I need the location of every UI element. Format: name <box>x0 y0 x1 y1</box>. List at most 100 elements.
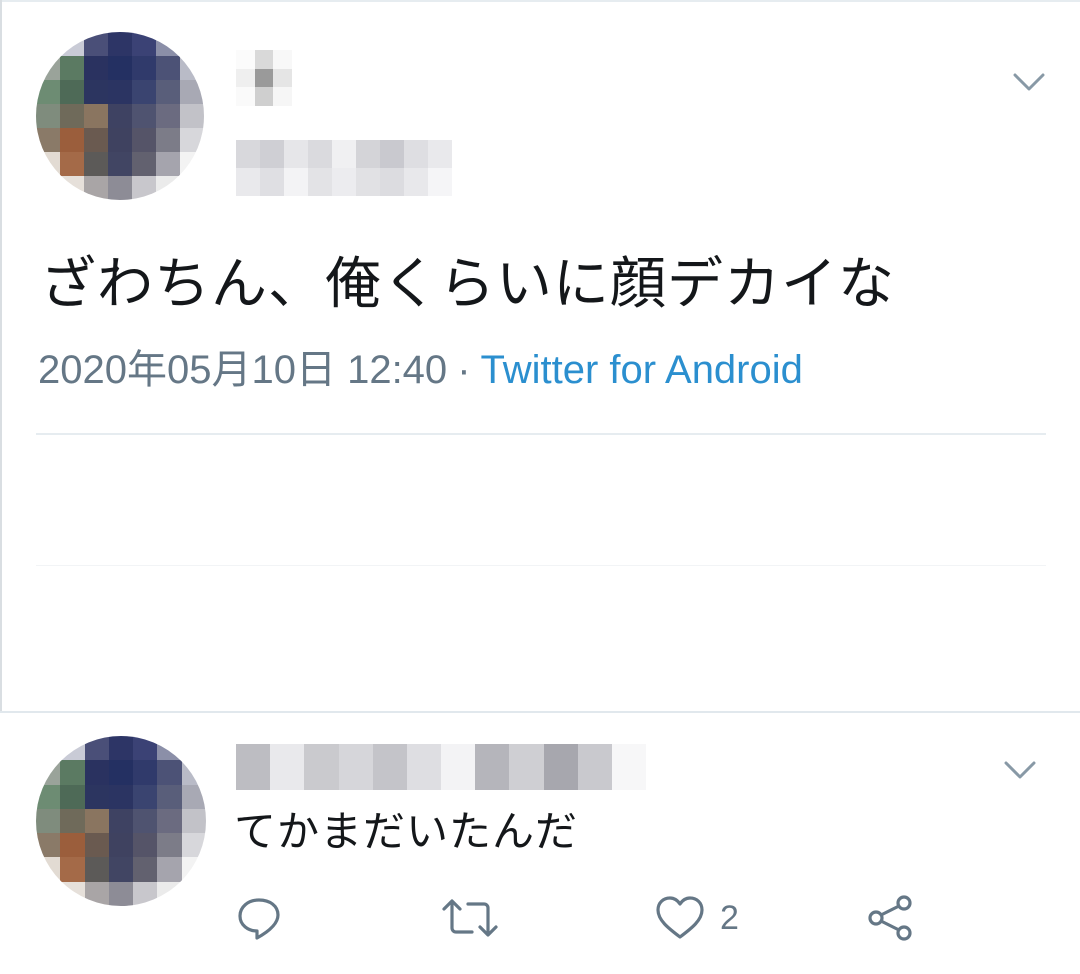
mosaic-pixel <box>404 140 428 168</box>
mosaic-pixel <box>133 833 158 858</box>
mosaic-pixel <box>181 736 206 761</box>
retweet-button[interactable] <box>440 890 500 946</box>
mosaic-pixel <box>84 833 109 858</box>
mosaic-pixel <box>181 784 206 809</box>
mosaic-pixel <box>132 128 156 152</box>
reply-author-blurred[interactable] <box>236 744 646 790</box>
mosaic-pixel <box>273 87 292 106</box>
section-divider <box>0 711 1080 713</box>
divider <box>36 433 1046 435</box>
mosaic-pixel <box>36 784 61 809</box>
mosaic-pixel <box>36 857 61 882</box>
display-name-blurred[interactable] <box>236 50 292 106</box>
mosaic-pixel <box>60 736 85 761</box>
share-icon <box>868 895 912 941</box>
mosaic-pixel <box>133 736 158 761</box>
mosaic-pixel <box>132 80 156 104</box>
mosaic-pixel <box>84 56 108 80</box>
mosaic-pixel <box>60 784 85 809</box>
mosaic-pixel <box>60 80 84 104</box>
mosaic-pixel <box>284 168 308 196</box>
mosaic-pixel <box>36 808 61 834</box>
mosaic-pixel <box>156 32 180 56</box>
mosaic-pixel <box>108 784 134 809</box>
retweet-icon <box>442 899 498 937</box>
mosaic-pixel <box>543 744 578 790</box>
share-button[interactable] <box>866 890 916 946</box>
mosaic-pixel <box>36 152 60 176</box>
mosaic-pixel <box>108 857 134 882</box>
mosaic-pixel <box>338 744 373 790</box>
mosaic-pixel <box>428 168 452 196</box>
mosaic-pixel <box>372 744 407 790</box>
mosaic-pixel <box>108 808 134 834</box>
mosaic-pixel <box>273 50 292 69</box>
mosaic-pixel <box>84 736 109 761</box>
chevron-down-icon[interactable] <box>1003 760 1037 780</box>
mosaic-pixel <box>428 140 452 168</box>
mosaic-pixel <box>273 68 292 88</box>
username-blurred[interactable] <box>236 140 452 196</box>
mosaic-pixel <box>36 128 60 152</box>
mosaic-pixel <box>308 168 332 196</box>
mosaic-pixel <box>133 760 158 785</box>
mosaic-pixel <box>36 176 60 200</box>
mosaic-pixel <box>157 857 182 882</box>
mosaic-pixel <box>36 104 60 128</box>
mosaic-pixel <box>84 32 108 56</box>
tweet-meta: 2020年05月10日 12:40 · Twitter for Android <box>38 344 803 396</box>
chevron-down-icon[interactable] <box>1012 72 1046 92</box>
mosaic-pixel <box>236 87 255 106</box>
mosaic-pixel <box>108 152 132 176</box>
mosaic-pixel <box>475 744 510 790</box>
avatar[interactable] <box>36 32 204 200</box>
mosaic-pixel <box>133 784 158 809</box>
mosaic-pixel <box>254 50 274 69</box>
mosaic-pixel <box>156 128 180 152</box>
mosaic-pixel <box>236 50 255 69</box>
mosaic-pixel <box>108 760 134 785</box>
mosaic-pixel <box>284 140 308 168</box>
mosaic-pixel <box>108 833 134 858</box>
mosaic-pixel <box>356 168 380 196</box>
mosaic-pixel <box>60 128 84 152</box>
mosaic-pixel <box>60 857 85 882</box>
mosaic-pixel <box>180 56 204 80</box>
tweet-timestamp[interactable]: 2020年05月10日 12:40 <box>38 348 447 392</box>
mosaic-pixel <box>157 784 182 809</box>
tweet-source-link[interactable]: Twitter for Android <box>481 348 803 392</box>
mosaic-pixel <box>254 68 274 88</box>
mosaic-pixel <box>84 104 108 128</box>
mosaic-pixel <box>157 736 182 761</box>
mosaic-pixel <box>236 744 271 790</box>
mosaic-pixel <box>254 87 274 106</box>
mosaic-pixel <box>236 140 260 168</box>
mosaic-pixel <box>157 833 182 858</box>
like-count: 2 <box>720 898 739 937</box>
mosaic-pixel <box>180 104 204 128</box>
mosaic-pixel <box>181 833 206 858</box>
mosaic-pixel <box>84 176 108 200</box>
mosaic-pixel <box>60 32 84 56</box>
like-button[interactable]: 2 <box>654 890 739 946</box>
mosaic-pixel <box>60 104 84 128</box>
mosaic-pixel <box>404 168 428 196</box>
mosaic-pixel <box>332 140 356 168</box>
mosaic-pixel <box>108 80 132 104</box>
reply-icon <box>238 898 280 940</box>
mosaic-pixel <box>60 152 84 176</box>
mosaic-pixel <box>36 56 60 80</box>
mosaic-pixel <box>270 744 305 790</box>
mosaic-pixel <box>156 104 180 128</box>
reply-avatar[interactable] <box>36 736 206 906</box>
mosaic-pixel <box>84 760 109 785</box>
mosaic-pixel <box>304 744 339 790</box>
mosaic-pixel <box>132 32 156 56</box>
reply-action-bar: 2 <box>0 890 1080 946</box>
mosaic-pixel <box>332 168 356 196</box>
mosaic-pixel <box>180 80 204 104</box>
mosaic-pixel <box>260 168 284 196</box>
reply-button[interactable] <box>236 890 282 946</box>
mosaic-pixel <box>132 56 156 80</box>
mosaic-pixel <box>60 808 85 834</box>
